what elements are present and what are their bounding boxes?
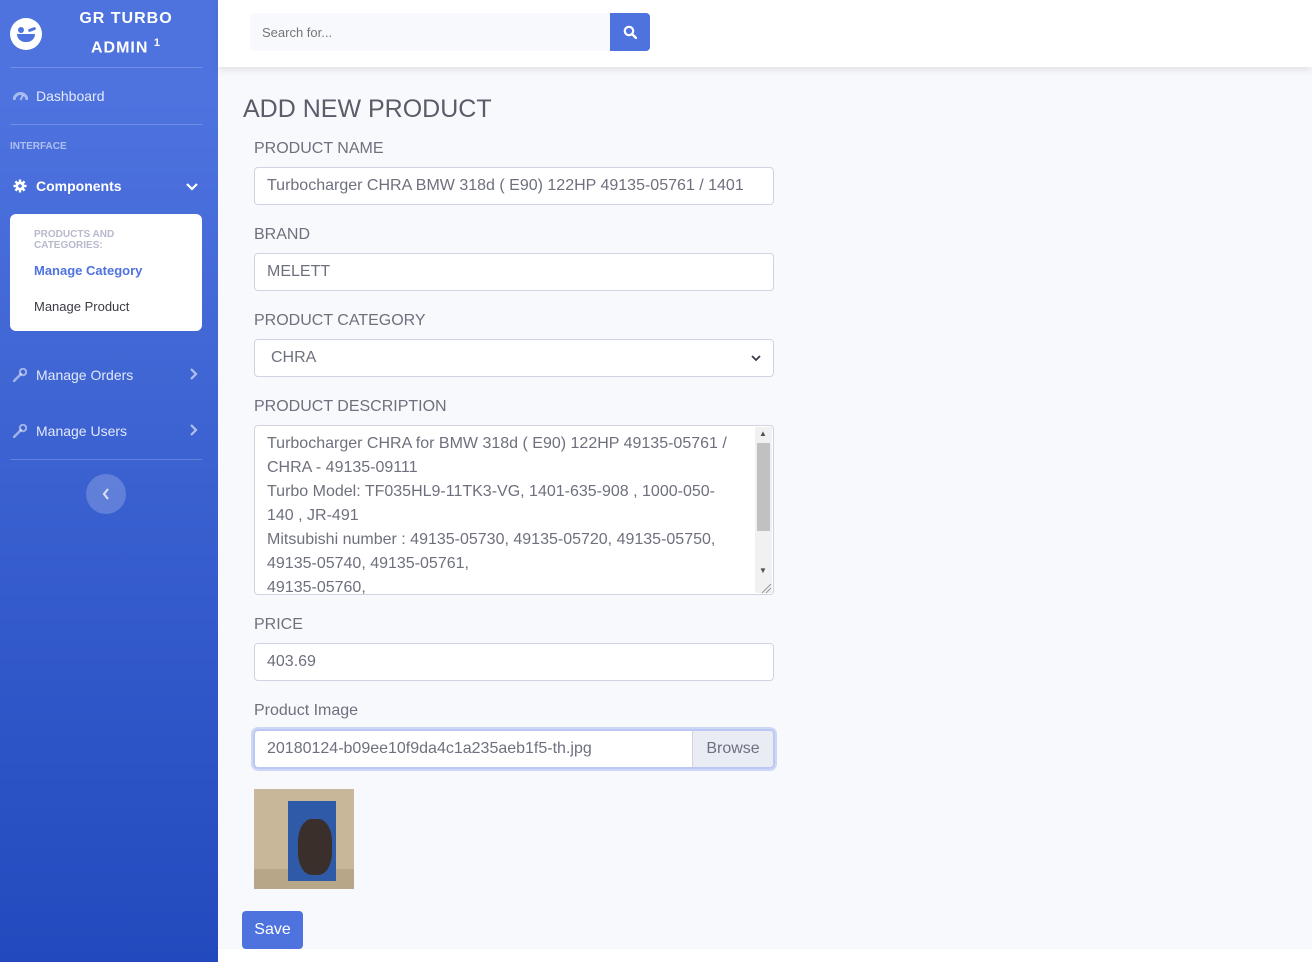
sidebar-item-label: Manage Users — [36, 423, 128, 439]
brand-line2: ADMIN 1 — [90, 36, 161, 57]
price-label: PRICE — [254, 616, 303, 633]
page-title: ADD NEW PRODUCT — [243, 95, 492, 123]
brand-label: BRAND — [254, 226, 311, 243]
textarea-scrollbar[interactable]: ▲ ▼ — [755, 427, 772, 593]
product-name-label: PRODUCT NAME — [254, 140, 384, 157]
product-category-value: CHRA — [271, 349, 317, 366]
wrench-icon — [12, 423, 28, 439]
brand-text: GR TURBO ADMIN 1 — [42, 7, 218, 60]
sidebar-heading: INTERFACE — [10, 141, 67, 152]
search-input[interactable] — [250, 13, 610, 51]
save-button[interactable]: Save — [242, 911, 303, 949]
components-submenu: PRODUCTS AND CATEGORIES: Manage Category… — [10, 214, 202, 331]
browse-button[interactable]: Browse — [693, 731, 773, 767]
product-name-field[interactable]: Turbocharger CHRA BMW 318d ( E90) 122HP … — [254, 167, 774, 205]
sidebar-item-manage-users[interactable]: Manage Users — [0, 403, 218, 459]
footer — [218, 949, 1312, 962]
brand[interactable]: GR TURBO ADMIN 1 — [0, 0, 218, 67]
sidebar-item-label: Components — [36, 178, 122, 194]
sidebar-item-label: Dashboard — [36, 88, 105, 104]
search-button[interactable] — [610, 13, 650, 51]
submenu-item-manage-product[interactable]: Manage Product — [10, 291, 202, 327]
topbar — [218, 0, 1312, 67]
laugh-wink-icon — [10, 17, 42, 50]
main-content: ADD NEW PRODUCT PRODUCT NAME Turbocharge… — [218, 67, 1312, 949]
submenu-header: PRODUCTS AND CATEGORIES: — [34, 229, 115, 251]
scroll-down-arrow-icon[interactable]: ▼ — [759, 566, 767, 575]
submenu-item-manage-category[interactable]: Manage Category — [10, 255, 202, 291]
sidebar-item-dashboard[interactable]: Dashboard — [0, 68, 218, 124]
product-image-file-input[interactable]: 20180124-b09ee10f9da4c1a235aeb1f5-th.jpg… — [253, 729, 775, 769]
product-category-label: PRODUCT CATEGORY — [254, 312, 426, 329]
sidebar-divider — [10, 459, 202, 460]
chevron-left-icon — [102, 488, 109, 500]
chevron-down-icon — [186, 178, 198, 194]
scroll-thumb[interactable] — [757, 443, 770, 531]
chevron-right-icon — [190, 367, 198, 383]
chevron-right-icon — [190, 423, 198, 439]
scroll-up-arrow-icon[interactable]: ▲ — [759, 429, 767, 438]
sidebar-item-label: Manage Orders — [36, 367, 134, 383]
tachometer-icon — [12, 88, 28, 104]
sidebar-item-components[interactable]: Components — [0, 158, 218, 214]
add-product-form: PRODUCT NAME Turbocharger CHRA BMW 318d … — [253, 139, 775, 889]
search-form — [250, 13, 650, 51]
brand-line1: GR TURBO — [79, 9, 173, 27]
product-image-label: Product Image — [254, 702, 359, 719]
price-field[interactable]: 403.69 — [254, 643, 774, 681]
file-name: 20180124-b09ee10f9da4c1a235aeb1f5-th.jpg — [255, 731, 693, 767]
wrench-icon — [12, 367, 28, 383]
product-description-text: Turbocharger CHRA for BMW 318d ( E90) 12… — [267, 435, 727, 595]
search-icon — [623, 25, 637, 39]
chevron-down-icon — [751, 354, 761, 361]
product-description-textarea[interactable]: Turbocharger CHRA for BMW 318d ( E90) 12… — [254, 425, 774, 595]
sidebar: GR TURBO ADMIN 1 Dashboard INTERFACE Com… — [0, 0, 218, 962]
product-image-preview — [254, 789, 354, 889]
product-category-select[interactable]: CHRA — [254, 339, 774, 377]
resize-grip-icon[interactable] — [760, 581, 772, 594]
cog-icon — [12, 178, 28, 194]
sidebar-item-manage-orders[interactable]: Manage Orders — [0, 347, 218, 403]
sidebar-toggle-button[interactable] — [86, 474, 126, 514]
brand-field[interactable]: MELETT — [254, 253, 774, 291]
product-description-label: PRODUCT DESCRIPTION — [254, 398, 447, 415]
